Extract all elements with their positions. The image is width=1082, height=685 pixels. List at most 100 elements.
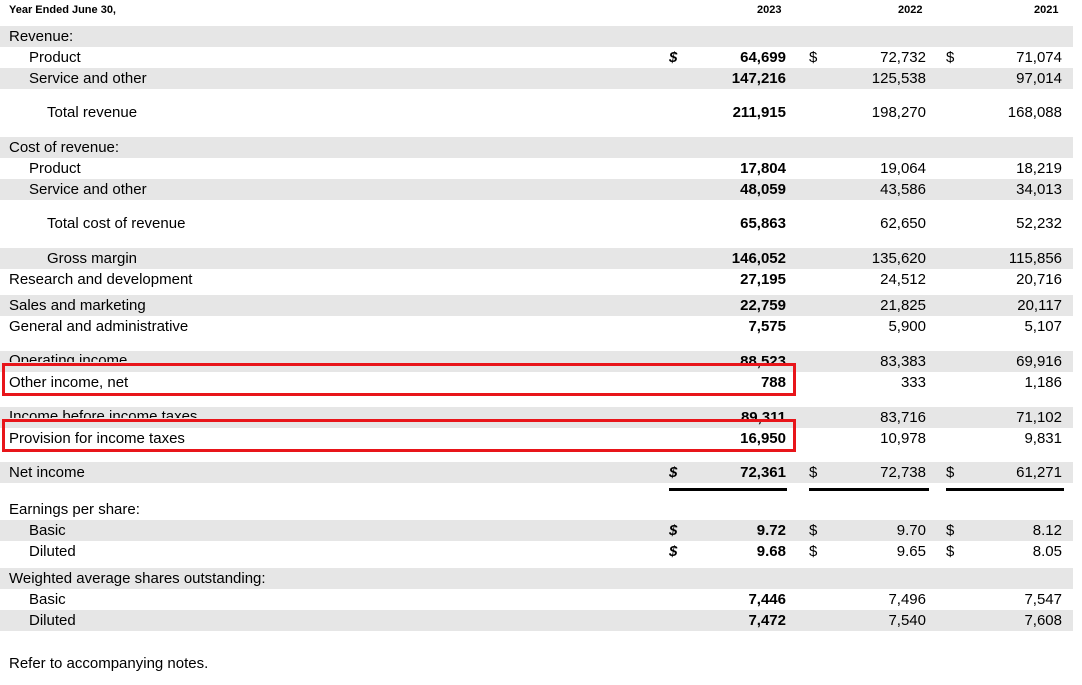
table-row: Diluted 7,472 7,540 7,608 <box>0 610 1073 631</box>
cell-2021: 18,219 <box>1016 160 1062 177</box>
currency-symbol-2022: $ <box>809 522 818 539</box>
cell-2022: 7,540 <box>888 612 926 629</box>
table-row: Service and other 48,059 43,586 34,013 <box>0 179 1073 200</box>
cell-2021: 71,074 <box>1016 49 1062 66</box>
cell-2023: 17,804 <box>740 160 786 177</box>
cell-2023: 27,195 <box>740 271 786 288</box>
table-row: Earnings per share: <box>0 499 1073 520</box>
table-row: Service and other 147,216 125,538 97,014 <box>0 68 1073 89</box>
table-header-label: Year Ended June 30, <box>9 4 116 16</box>
row-label: Earnings per share: <box>9 501 140 518</box>
table-row: Product 64,699 72,732 71,074 $ $ $ <box>0 47 1073 68</box>
currency-symbol-2021: $ <box>946 464 955 481</box>
cell-2021: 115,856 <box>1008 250 1062 267</box>
table-row: Gross margin 146,052 135,620 115,856 <box>0 248 1073 269</box>
footnote: Refer to accompanying notes. <box>9 655 209 672</box>
row-label: Diluted <box>29 612 76 629</box>
cell-2022: 10,978 <box>880 430 926 447</box>
cell-2023: 65,863 <box>740 215 786 232</box>
cell-2021: 20,117 <box>1017 297 1062 314</box>
cell-2021: 9,831 <box>1024 430 1062 447</box>
row-label: Product <box>29 49 81 66</box>
cell-2021: 7,547 <box>1024 591 1062 608</box>
table-row: Basic 7,446 7,496 7,547 <box>0 589 1073 610</box>
cell-2021: 8.12 <box>1032 522 1062 539</box>
row-label: Total revenue <box>47 104 138 121</box>
row-label: Total cost of revenue <box>47 215 186 232</box>
column-header-2021: 2021 <box>1034 4 1059 16</box>
table-row: Cost of revenue: <box>0 137 1073 158</box>
cell-2022: 7,496 <box>888 591 926 608</box>
row-label: Basic <box>29 591 66 608</box>
currency-symbol-2021: $ <box>946 522 955 539</box>
cell-2022: 72,738 <box>880 464 926 481</box>
currency-symbol-2023: $ <box>669 464 678 481</box>
cell-2021: 69,916 <box>1016 353 1062 370</box>
cell-2021: 61,271 <box>1016 464 1062 481</box>
row-label: Revenue: <box>9 28 74 45</box>
cell-2021: 5,107 <box>1024 318 1062 335</box>
table-row: Net income 72,361 72,738 61,271 $ $ $ <box>0 462 1073 483</box>
currency-symbol-2021: $ <box>946 49 955 66</box>
net-income-underline-2021 <box>946 488 1064 491</box>
cell-2022: 24,512 <box>880 271 926 288</box>
row-label: General and administrative <box>9 318 189 335</box>
cell-2023: 7,575 <box>748 318 786 335</box>
table-row: Weighted average shares outstanding: <box>0 568 1073 589</box>
cell-2022: 83,383 <box>880 353 926 370</box>
net-income-underline-2023 <box>669 488 787 491</box>
currency-symbol-2022: $ <box>809 49 818 66</box>
cell-2021: 1,186 <box>1024 374 1062 391</box>
cell-2021: 71,102 <box>1016 409 1062 426</box>
row-label: Research and development <box>9 271 193 288</box>
cell-2022: 125,538 <box>871 70 926 87</box>
table-row: Sales and marketing 22,759 21,825 20,117 <box>0 295 1073 316</box>
table-row: Basic 9.72 9.70 8.12 $ $ $ <box>0 520 1073 541</box>
cell-2023: 72,361 <box>740 464 786 481</box>
cell-2021: 8.05 <box>1032 543 1062 560</box>
cell-2023: 7,472 <box>748 612 786 629</box>
table-row: General and administrative 7,575 5,900 5,10… <box>0 316 1073 337</box>
net-income-underline-2022 <box>809 488 929 491</box>
row-label: Sales and marketing <box>9 297 146 314</box>
highlight-other-income <box>2 363 796 396</box>
cell-2022: 333 <box>900 374 926 391</box>
cell-2022: 83,716 <box>880 409 926 426</box>
table-row: Total revenue 211,915 198,270 168,088 <box>0 102 1073 123</box>
currency-symbol-2021: $ <box>946 543 955 560</box>
currency-symbol-2023: $ <box>669 49 678 66</box>
income-before-taxes-label-clipped: Income before income taxes <box>9 408 198 418</box>
cell-2023: 9.72 <box>756 522 786 539</box>
table-row: Diluted 9.68 9.65 8.05 $ $ $ <box>0 541 1073 562</box>
cell-2022: 9.70 <box>896 522 926 539</box>
cell-2023: 7,446 <box>748 591 786 608</box>
row-label: Net income <box>9 464 85 481</box>
column-header-2022: 2022 <box>898 4 923 16</box>
table-row: Revenue: <box>0 26 1073 47</box>
cell-2022: 9.65 <box>896 543 926 560</box>
column-header-2023: 2023 <box>757 4 782 16</box>
cell-2021: 52,232 <box>1016 215 1062 232</box>
row-label: Gross margin <box>47 250 138 267</box>
currency-symbol-2023: $ <box>669 522 678 539</box>
cell-2022: 43,586 <box>880 181 926 198</box>
cell-2023: 64,699 <box>740 49 786 66</box>
cell-2021: 97,014 <box>1016 70 1062 87</box>
cell-2023: 9.68 <box>756 543 786 560</box>
row-label: Service and other <box>29 181 147 198</box>
cell-2022: 135,620 <box>871 250 926 267</box>
cell-2022: 72,732 <box>880 49 926 66</box>
cell-2022: 198,270 <box>871 104 926 121</box>
operating-income-label-clipped: Operating income <box>9 352 128 362</box>
highlight-provision-taxes <box>2 419 796 452</box>
cell-2021: 168,088 <box>1007 104 1062 121</box>
currency-symbol-2022: $ <box>809 464 818 481</box>
cell-2021: 20,716 <box>1016 271 1062 288</box>
cell-2021: 34,013 <box>1016 181 1062 198</box>
row-label: Service and other <box>29 70 147 87</box>
cell-2023: 48,059 <box>740 181 786 198</box>
cell-2022: 5,900 <box>888 318 926 335</box>
currency-symbol-2022: $ <box>809 543 818 560</box>
cell-2023: 147,216 <box>731 70 786 87</box>
cell-2023: 146,052 <box>731 250 786 267</box>
